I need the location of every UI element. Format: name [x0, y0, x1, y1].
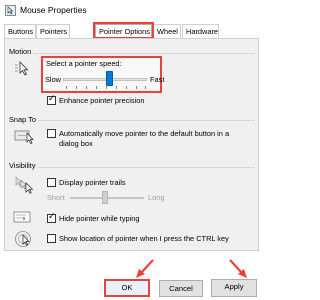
- hide-pointer-label: Hide pointer while typing: [59, 214, 140, 223]
- window-title: Mouse Properties: [20, 5, 87, 15]
- snap-to-checkbox[interactable]: [47, 129, 56, 138]
- mouse-icon: [5, 5, 16, 16]
- ok-annotation-arrow: [136, 259, 154, 278]
- show-location-label: Show location of pointer when I press th…: [59, 234, 229, 243]
- apply-button[interactable]: Apply: [211, 279, 257, 297]
- enhance-precision-label: Enhance pointer precision: [59, 96, 145, 105]
- hide-pointer-checkbox[interactable]: [47, 212, 56, 223]
- slider-tick: [116, 86, 117, 89]
- pointer-speed-icon: [15, 61, 29, 76]
- slider-tick: [86, 86, 87, 89]
- pointer-trails-icon: [15, 176, 34, 194]
- long-label: Long: [148, 193, 165, 202]
- apply-annotation-arrow: [229, 259, 247, 278]
- slider-tick: [136, 86, 137, 89]
- tab-pointers[interactable]: Pointers: [36, 24, 70, 38]
- ok-button[interactable]: OK: [104, 279, 150, 297]
- tab-annotation-highlight: [93, 22, 154, 39]
- slider-tick: [106, 86, 107, 89]
- slider-tick: [96, 86, 97, 89]
- fast-label: Fast: [150, 75, 165, 84]
- snap-to-icon: [14, 130, 34, 144]
- pointer-trails-checkbox[interactable]: [47, 178, 56, 187]
- show-location-icon: [15, 231, 31, 247]
- speed-label: Select a pointer speed:: [46, 59, 122, 68]
- tab-wheel[interactable]: Wheel: [153, 24, 181, 38]
- pointer-trails-slider-thumb[interactable]: [102, 191, 108, 204]
- short-label: Short: [47, 193, 65, 202]
- cancel-button[interactable]: Cancel: [159, 280, 203, 297]
- slider-tick: [145, 86, 146, 89]
- pointer-trails-label: Display pointer trails: [59, 178, 126, 187]
- hide-pointer-icon: [13, 211, 31, 223]
- snap-to-label-line2: dialog box: [59, 139, 93, 148]
- enhance-precision-checkbox[interactable]: [47, 94, 56, 105]
- snap-to-label-line1: Automatically move pointer to the defaul…: [59, 129, 230, 138]
- slider-tick: [126, 86, 127, 89]
- show-location-checkbox[interactable]: [47, 234, 56, 243]
- visibility-group-line: [8, 167, 255, 168]
- snap-group-line: [8, 120, 255, 121]
- slider-tick: [76, 86, 77, 89]
- snap-group-label: Snap To: [7, 115, 38, 124]
- motion-group-line: [8, 53, 255, 54]
- pointer-speed-slider-thumb[interactable]: [105, 71, 113, 86]
- slider-tick: [66, 86, 67, 89]
- tab-buttons[interactable]: Buttons: [4, 24, 36, 38]
- tab-hardware[interactable]: Hardware: [182, 24, 219, 38]
- slow-label: Slow: [45, 75, 62, 84]
- motion-group-label: Motion: [7, 47, 34, 56]
- visibility-group-label: Visibility: [7, 161, 38, 170]
